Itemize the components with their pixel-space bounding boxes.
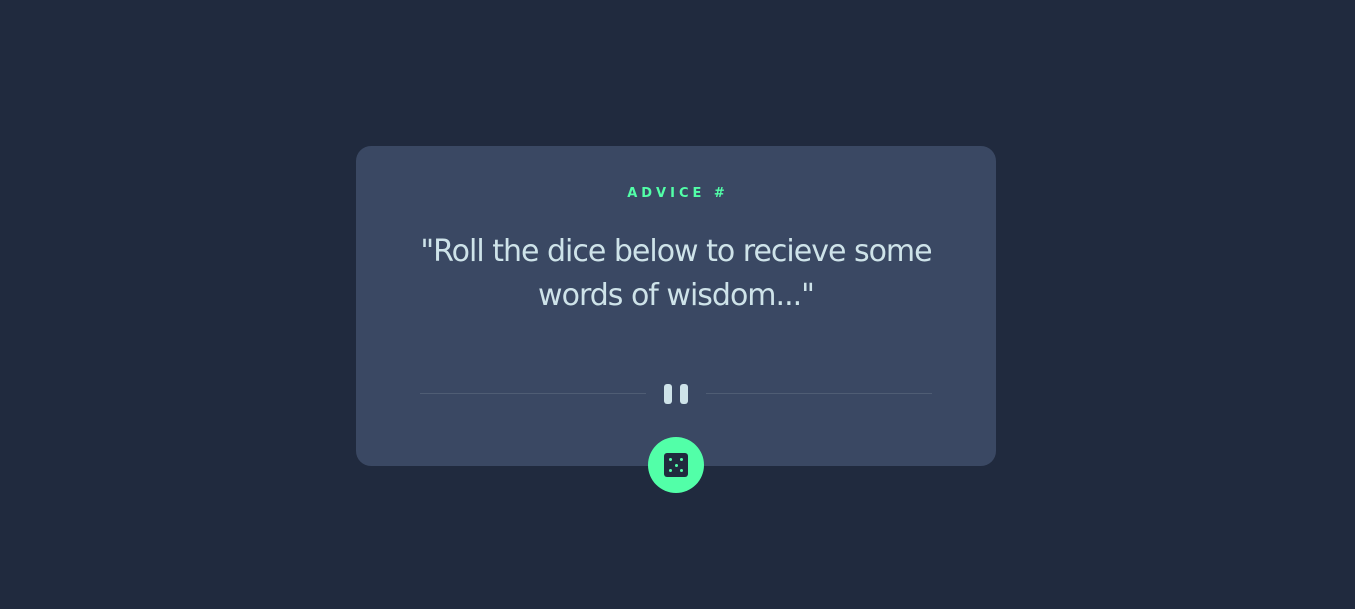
roll-dice-button[interactable] [648,437,704,493]
divider [420,384,932,404]
divider-line-left [420,393,646,394]
divider-line-right [706,393,932,394]
advice-quote: "Roll the dice below to recieve some wor… [420,234,932,313]
pause-icon [664,384,688,404]
advice-label: ADVICE # [627,186,729,201]
dice-icon [664,453,688,477]
advice-card: ADVICE # "Roll the dice below to recieve… [356,146,996,466]
